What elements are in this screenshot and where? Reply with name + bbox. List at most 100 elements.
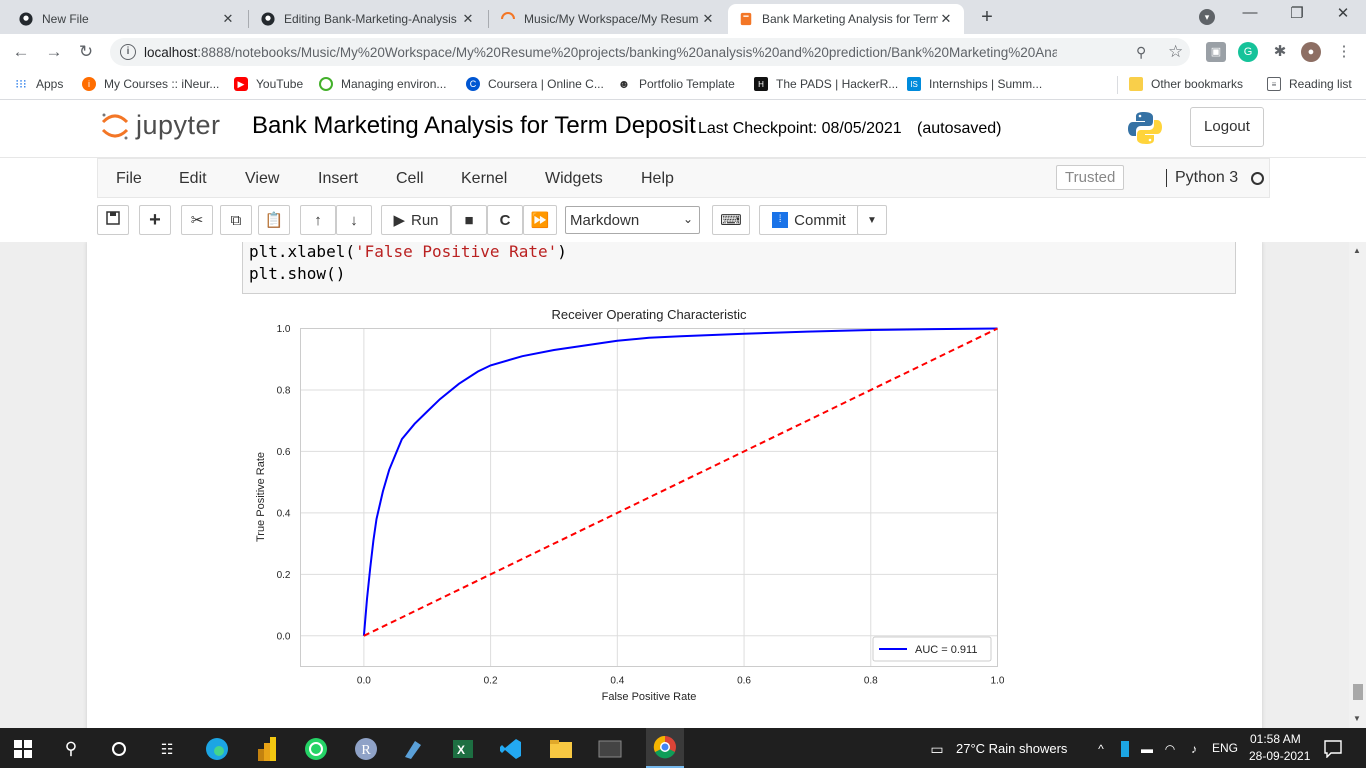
notebook-menubar: File Edit View Insert Cell Kernel Widget… bbox=[97, 158, 1270, 198]
minimize-icon[interactable]: — bbox=[1235, 4, 1265, 21]
cell-type-select[interactable]: Markdown ⌄ bbox=[565, 206, 700, 234]
restart-button[interactable]: C bbox=[487, 205, 523, 235]
cut-button[interactable]: ✂ bbox=[181, 205, 213, 235]
jupyter-logo[interactable]: jupyter bbox=[100, 110, 221, 141]
logout-button[interactable]: Logout bbox=[1190, 107, 1264, 147]
paste-button[interactable]: 📋 bbox=[258, 205, 290, 235]
wifi-icon[interactable]: ◠ bbox=[1157, 736, 1183, 762]
bookmark-star-icon[interactable]: ☆ bbox=[1168, 42, 1183, 62]
tab-title: Editing Bank-Marketing-Analysis bbox=[284, 12, 457, 26]
site-info-icon[interactable]: i bbox=[120, 44, 136, 60]
task-view-icon[interactable]: ☷ bbox=[154, 736, 180, 762]
url-host: localhost bbox=[144, 44, 198, 60]
menu-edit[interactable]: Edit bbox=[179, 170, 207, 188]
back-arrow-icon[interactable]: ← bbox=[10, 42, 32, 62]
bookmark-coursera[interactable]: C Coursera | Online C... bbox=[466, 77, 604, 91]
bookmark-youtube[interactable]: ▶ YouTube bbox=[234, 77, 303, 91]
terminal-icon[interactable] bbox=[597, 736, 623, 762]
bookmark-managing-environ[interactable]: Managing environ... bbox=[319, 77, 446, 91]
bookmark-ineuron[interactable]: i My Courses :: iNeur... bbox=[82, 77, 219, 91]
close-icon[interactable]: ✕ bbox=[700, 11, 716, 27]
ineuron-icon: i bbox=[82, 77, 96, 91]
commit-button[interactable]: ⁞ Commit bbox=[759, 205, 859, 235]
new-tab-button[interactable]: + bbox=[976, 6, 998, 29]
move-down-button[interactable]: ↓ bbox=[336, 205, 372, 235]
run-button[interactable]: ▶ Run bbox=[381, 205, 451, 235]
cortana-icon[interactable] bbox=[106, 736, 132, 762]
vscode-icon[interactable] bbox=[498, 736, 524, 762]
zoom-icon[interactable]: ⚲ bbox=[1136, 44, 1146, 61]
restore-icon[interactable]: ❐ bbox=[1282, 4, 1312, 22]
weather-icon[interactable]: ▭ bbox=[924, 736, 950, 762]
command-palette-button[interactable]: ⌨ bbox=[712, 205, 750, 235]
close-icon[interactable]: ✕ bbox=[220, 11, 236, 27]
close-window-icon[interactable]: ✕ bbox=[1328, 4, 1358, 22]
commit-dropdown-button[interactable]: ▼ bbox=[857, 205, 887, 235]
bookmark-label: Other bookmarks bbox=[1151, 77, 1244, 91]
language-indicator[interactable]: ENG bbox=[1212, 741, 1238, 755]
page-scrollbar[interactable]: ▲ ▼ bbox=[1349, 242, 1366, 728]
code-string: 'False Positive Rate' bbox=[354, 242, 558, 261]
forward-arrow-icon[interactable]: → bbox=[43, 42, 65, 62]
bookmark-other[interactable]: Other bookmarks bbox=[1129, 77, 1243, 91]
roc-chart: Receiver Operating Characteristic 0.0 0.2… bbox=[255, 307, 1005, 703]
bookmark-hackerrank[interactable]: H The PADS | HackerR... bbox=[754, 77, 898, 91]
scroll-thumb[interactable] bbox=[1353, 684, 1363, 700]
menu-insert[interactable]: Insert bbox=[318, 170, 358, 188]
windows-start-icon[interactable] bbox=[10, 736, 36, 762]
menu-widgets[interactable]: Widgets bbox=[545, 170, 603, 188]
menu-kebab-icon[interactable]: ⋮ bbox=[1334, 42, 1354, 62]
tab-new-file[interactable]: New File ✕ bbox=[8, 4, 246, 34]
interrupt-button[interactable]: ■ bbox=[451, 205, 487, 235]
menu-kernel[interactable]: Kernel bbox=[461, 170, 507, 188]
extensions-puzzle-icon[interactable]: ✱ bbox=[1270, 42, 1290, 62]
trusted-badge[interactable]: Trusted bbox=[1056, 165, 1125, 190]
rstudio-icon[interactable] bbox=[400, 736, 426, 762]
chrome-icon[interactable] bbox=[646, 728, 684, 768]
notebook-title[interactable]: Bank Marketing Analysis for Term Deposit bbox=[252, 112, 696, 140]
menu-view[interactable]: View bbox=[245, 170, 279, 188]
scroll-down-icon[interactable]: ▼ bbox=[1353, 714, 1361, 723]
weather-text[interactable]: 27°C Rain showers bbox=[956, 741, 1067, 756]
move-up-button[interactable]: ↑ bbox=[300, 205, 336, 235]
tab-bank-marketing-analysis[interactable]: Bank Marketing Analysis for Term ✕ bbox=[728, 4, 964, 34]
tab-editing-bank-marketing[interactable]: Editing Bank-Marketing-Analysis ✕ bbox=[250, 4, 486, 34]
whatsapp-icon[interactable] bbox=[303, 736, 329, 762]
avatar[interactable]: ● bbox=[1301, 42, 1321, 62]
chevron-up-icon[interactable]: ^ bbox=[1088, 736, 1114, 762]
copy-button[interactable]: ⧉ bbox=[220, 205, 252, 235]
insert-cell-button[interactable]: + bbox=[139, 205, 171, 235]
volume-icon[interactable]: ♪ bbox=[1181, 736, 1207, 762]
tab-search-icon[interactable]: ▾ bbox=[1199, 9, 1215, 25]
save-button[interactable] bbox=[97, 205, 129, 235]
r-icon[interactable]: R bbox=[353, 736, 379, 762]
bookmark-apps[interactable]: ⁝⁝⁝ Apps bbox=[14, 77, 63, 91]
reload-icon[interactable]: ↻ bbox=[75, 42, 97, 62]
restart-run-all-button[interactable]: ⏩ bbox=[523, 205, 557, 235]
code-cell-input[interactable]: plt.xlabel('False Positive Rate') plt.sh… bbox=[242, 242, 1236, 294]
power-bi-icon[interactable] bbox=[254, 736, 280, 762]
search-icon[interactable]: ⚲ bbox=[58, 736, 84, 762]
tab-music-workspace[interactable]: Music/My Workspace/My Resum ✕ bbox=[490, 4, 726, 34]
scroll-up-icon[interactable]: ▲ bbox=[1353, 246, 1361, 255]
menu-cell[interactable]: Cell bbox=[396, 170, 424, 188]
grammarly-icon[interactable]: G bbox=[1238, 42, 1258, 62]
bookmark-label: Internships | Summ... bbox=[929, 77, 1043, 91]
notification-center-icon[interactable] bbox=[1320, 736, 1346, 762]
edge-icon[interactable] bbox=[204, 736, 230, 762]
clock-time[interactable]: 01:58 AM bbox=[1250, 732, 1301, 746]
url-field[interactable]: i localhost :8888/notebooks/Music/My%20W… bbox=[110, 38, 1190, 66]
close-icon[interactable]: ✕ bbox=[938, 11, 954, 27]
close-icon[interactable]: ✕ bbox=[460, 11, 476, 27]
clock-date[interactable]: 28-09-2021 bbox=[1249, 749, 1310, 763]
menu-file[interactable]: File bbox=[116, 170, 142, 188]
image-extension-icon[interactable]: ▣ bbox=[1206, 42, 1226, 62]
file-explorer-icon[interactable] bbox=[548, 736, 574, 762]
bookmark-internshala[interactable]: IS Internships | Summ... bbox=[907, 77, 1042, 91]
menu-help[interactable]: Help bbox=[641, 170, 674, 188]
scissors-icon: ✂ bbox=[190, 212, 204, 229]
kernel-name[interactable]: Python 3 bbox=[1166, 169, 1238, 187]
excel-icon[interactable]: X bbox=[450, 736, 476, 762]
bookmark-reading-list[interactable]: ≡ Reading list bbox=[1267, 77, 1352, 91]
bookmark-portfolio[interactable]: ☻ Portfolio Template bbox=[617, 77, 735, 91]
